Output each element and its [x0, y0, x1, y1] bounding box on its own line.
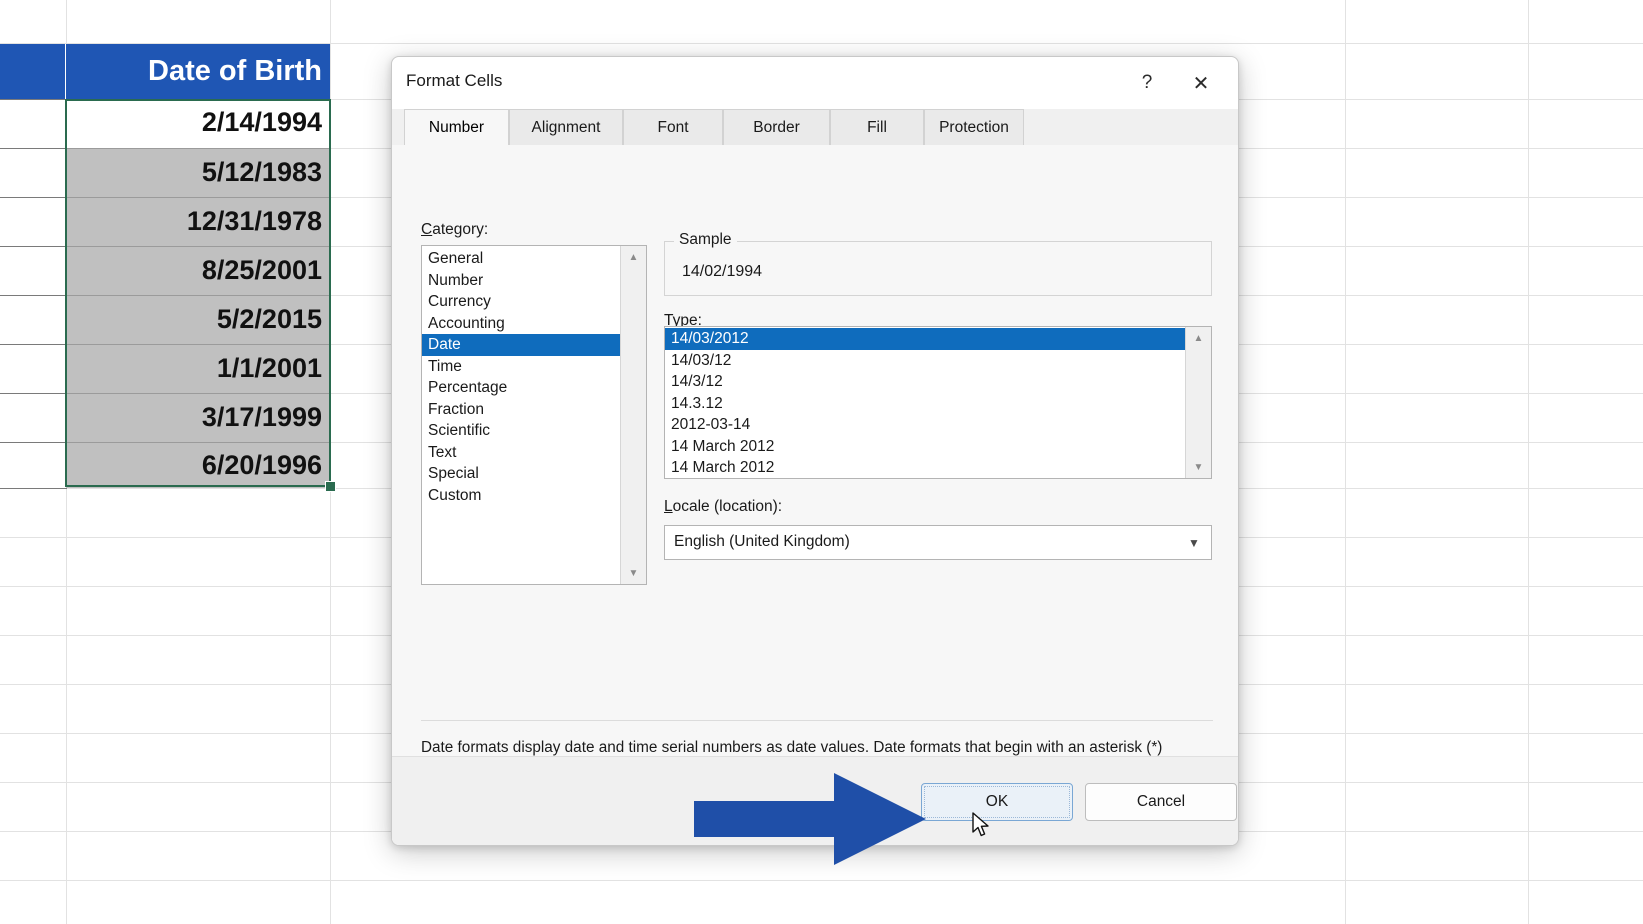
- category-item-general[interactable]: General: [422, 248, 620, 270]
- close-icon[interactable]: ✕: [1180, 65, 1222, 101]
- category-item-currency[interactable]: Currency: [422, 291, 620, 313]
- category-item-custom[interactable]: Custom: [422, 485, 620, 507]
- category-item-accounting[interactable]: Accounting: [422, 313, 620, 335]
- scroll-up-icon[interactable]: ▲: [1186, 327, 1211, 349]
- category-item-number[interactable]: Number: [422, 270, 620, 292]
- type-listbox[interactable]: 14/03/2012 14/03/12 14/3/12 14.3.12 2012…: [664, 326, 1212, 479]
- dialog-title: Format Cells: [406, 71, 503, 90]
- row-separator: [0, 99, 67, 100]
- tab-protection[interactable]: Protection: [924, 109, 1024, 145]
- cell-dob-5[interactable]: 5/2/2015: [66, 295, 330, 344]
- tab-alignment[interactable]: Alignment: [509, 109, 623, 145]
- category-listbox[interactable]: General Number Currency Accounting Date …: [421, 245, 647, 585]
- dialog-button-bar: OK Cancel: [392, 756, 1238, 845]
- locale-label-accel: L: [664, 498, 673, 515]
- type-item-6[interactable]: 14 March 2012: [665, 436, 1185, 458]
- locale-value: English (United Kingdom): [674, 533, 850, 550]
- chevron-down-icon[interactable]: ▼: [1177, 526, 1211, 559]
- scroll-down-icon[interactable]: ▼: [1186, 456, 1211, 478]
- type-item-1[interactable]: 14/03/2012: [665, 328, 1185, 350]
- column-header-date-of-birth[interactable]: Date of Birth: [66, 44, 330, 99]
- scroll-down-icon[interactable]: ▼: [621, 562, 646, 584]
- cell-dob-6[interactable]: 1/1/2001: [66, 344, 330, 393]
- row-separator: [0, 148, 67, 149]
- tab-font[interactable]: Font: [623, 109, 723, 145]
- row-separator: [0, 344, 67, 345]
- category-item-text[interactable]: Text: [422, 442, 620, 464]
- category-item-fraction[interactable]: Fraction: [422, 399, 620, 421]
- locale-label: Locale (location):: [664, 498, 782, 516]
- type-item-3[interactable]: 14/3/12: [665, 371, 1185, 393]
- ok-button[interactable]: OK: [921, 783, 1073, 821]
- locale-label-rest: ocale (location):: [672, 498, 783, 515]
- row-separator: [0, 488, 67, 489]
- selection-fill-handle[interactable]: [325, 481, 336, 492]
- category-label-accel: C: [421, 221, 433, 238]
- category-scrollbar[interactable]: ▲ ▼: [620, 246, 646, 584]
- grid-line-v: [330, 0, 331, 924]
- category-item-percentage[interactable]: Percentage: [422, 377, 620, 399]
- row-separator: [0, 295, 67, 296]
- cell-dob-3[interactable]: 12/31/1978: [66, 197, 330, 246]
- cell-dob-1[interactable]: 2/14/1994: [66, 99, 330, 148]
- row-separator: [0, 197, 67, 198]
- cell-dob-8[interactable]: 6/20/1996: [66, 442, 330, 488]
- dialog-titlebar: Format Cells ? ✕: [392, 57, 1238, 109]
- dialog-body: Category: General Number Currency Accoun…: [392, 145, 1238, 845]
- category-items: General Number Currency Accounting Date …: [422, 246, 620, 584]
- format-cells-dialog: Format Cells ? ✕ Number Alignment Font B…: [391, 56, 1239, 846]
- category-label: Category:: [421, 221, 488, 239]
- scroll-up-icon[interactable]: ▲: [621, 246, 646, 268]
- type-item-2[interactable]: 14/03/12: [665, 350, 1185, 372]
- row-separator: [0, 442, 67, 443]
- type-item-5[interactable]: 2012-03-14: [665, 414, 1185, 436]
- tab-number[interactable]: Number: [404, 109, 509, 146]
- cell-dob-4[interactable]: 8/25/2001: [66, 246, 330, 295]
- tab-border[interactable]: Border: [723, 109, 830, 145]
- sample-legend: Sample: [674, 231, 737, 249]
- grid-line-v: [1528, 0, 1529, 924]
- divider: [421, 720, 1213, 721]
- column-header-a[interactable]: [0, 44, 65, 99]
- grid-line-v: [1345, 0, 1346, 924]
- type-item-4[interactable]: 14.3.12: [665, 393, 1185, 415]
- row-separator: [0, 246, 67, 247]
- category-item-scientific[interactable]: Scientific: [422, 420, 620, 442]
- type-item-7[interactable]: 14 March 2012: [665, 457, 1185, 478]
- sample-value: 14/02/1994: [682, 263, 763, 280]
- dialog-tabstrip: Number Alignment Font Border Fill Protec…: [392, 109, 1238, 146]
- category-item-date[interactable]: Date: [422, 334, 620, 356]
- tab-fill[interactable]: Fill: [830, 109, 924, 145]
- cell-dob-2[interactable]: 5/12/1983: [66, 148, 330, 197]
- type-items: 14/03/2012 14/03/12 14/3/12 14.3.12 2012…: [665, 327, 1185, 478]
- category-label-rest: ategory:: [432, 221, 489, 238]
- grid-line-h: [0, 880, 1643, 881]
- cell-dob-7[interactable]: 3/17/1999: [66, 393, 330, 442]
- type-scrollbar[interactable]: ▲ ▼: [1185, 327, 1211, 478]
- category-item-special[interactable]: Special: [422, 463, 620, 485]
- screen: Date of Birth 2/14/1994 5/12/1983 12/31/…: [0, 0, 1643, 924]
- cancel-button[interactable]: Cancel: [1085, 783, 1237, 821]
- category-item-time[interactable]: Time: [422, 356, 620, 378]
- locale-combobox[interactable]: English (United Kingdom) ▼: [664, 525, 1212, 560]
- row-separator: [0, 393, 67, 394]
- help-icon[interactable]: ?: [1126, 65, 1168, 101]
